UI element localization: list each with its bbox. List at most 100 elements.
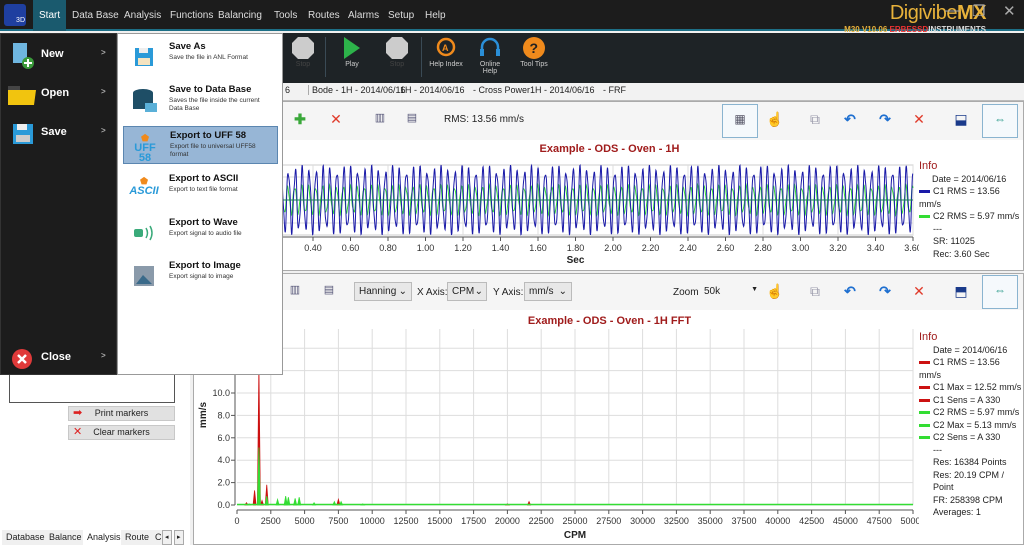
fit-button[interactable]: ⇔ <box>982 275 1018 309</box>
menu-analysis[interactable]: Analysis <box>118 0 167 31</box>
online-help-button[interactable]: Online Help <box>468 35 512 75</box>
clear-icon[interactable]: ✕ <box>908 283 930 300</box>
clear-icon[interactable]: ✕ <box>908 111 930 128</box>
export-down-icon[interactable]: ⬓ <box>950 111 972 128</box>
stop-hidden-button[interactable]: Stop <box>281 35 325 68</box>
x-tick-label: 10000 <box>360 516 385 526</box>
menu-help[interactable]: Help <box>419 0 452 31</box>
zoom-label: Zoom <box>673 287 699 298</box>
menu-item-save-to-database[interactable]: Save to Data Base Saves the file inside t… <box>123 81 278 123</box>
minimize-icon[interactable]: — <box>945 2 960 19</box>
tab-bode[interactable]: Bode - 1H - 2014/06/16 <box>308 85 406 95</box>
grid-button[interactable]: ▦ <box>722 104 758 138</box>
info-text: C2 Sens = A 330 <box>933 432 1001 442</box>
menu-item-new[interactable]: New > <box>1 38 118 74</box>
stop-button[interactable]: Stop <box>375 35 419 68</box>
tool-tips-button[interactable]: ? Tool Tips <box>512 35 556 68</box>
fit-button[interactable]: ⇔ <box>982 104 1018 138</box>
menu-start[interactable]: Start <box>33 0 67 31</box>
menu-routes[interactable]: Routes <box>302 0 346 31</box>
rms-readout: RMS: 13.56 mm/s <box>444 114 525 125</box>
chart-view-icon[interactable]: ▤ <box>401 111 423 124</box>
x-tick-label: 1.60 <box>529 243 547 253</box>
document-tabs: 6 Bode - 1H - 2014/06/16 1H - 2014/06/16… <box>283 83 1024 101</box>
x-tick-label: 3.40 <box>867 243 885 253</box>
info-text: C2 RMS = 5.97 mm/s <box>933 407 1020 417</box>
menu-item-save[interactable]: Save > <box>1 116 118 152</box>
add-icon[interactable]: ✚ <box>289 111 311 128</box>
menu-item-open[interactable]: Open > <box>1 77 118 113</box>
tab-1h-frf[interactable]: 1H - 2014/06/16 <box>530 85 595 95</box>
tab-scroll-left-icon[interactable]: ◂ <box>162 530 172 545</box>
chevron-down-icon: ⌄ <box>558 286 567 297</box>
copy-icon[interactable]: ⧉ <box>804 283 826 300</box>
tab[interactable]: 6 <box>285 85 290 95</box>
yaxis-select[interactable]: mm/s ⌄ <box>524 282 572 301</box>
export-uff58-desc: Export file to universal UFF58 format <box>170 143 256 158</box>
yaxis-value: mm/s <box>529 286 554 297</box>
redo-icon[interactable]: ↷ <box>874 111 896 128</box>
x-tick-label: 0.80 <box>379 243 397 253</box>
tab-analysis[interactable]: Analysis <box>83 530 125 545</box>
zoom-select[interactable]: 50k ▼ <box>702 283 760 301</box>
fit-icon: ⇔ <box>994 283 1006 297</box>
channel-split-icon[interactable]: ▥ <box>284 283 306 296</box>
chart-view-icon[interactable]: ▤ <box>318 283 340 296</box>
info-text: Averages: 1 <box>933 507 981 517</box>
x-tick-label: 1.80 <box>567 243 585 253</box>
window-value: Hanning <box>359 286 397 297</box>
stop-icon <box>281 35 325 61</box>
undo-icon[interactable]: ↶ <box>839 111 861 128</box>
legend-swatch <box>919 361 930 365</box>
menu-database[interactable]: Data Base <box>66 0 125 31</box>
menu-setup[interactable]: Setup <box>382 0 420 31</box>
menu-item-close[interactable]: Close > <box>1 341 118 377</box>
delete-icon[interactable]: ✕ <box>325 111 347 128</box>
y-tick-label: 8.0 <box>217 410 230 420</box>
menu-alarms[interactable]: Alarms <box>342 0 385 31</box>
hand-icon[interactable]: ☝ <box>764 111 786 128</box>
menu-item-export-wave[interactable]: Export to Wave Export signal to audio fil… <box>123 214 278 252</box>
hand-icon[interactable]: ☝ <box>764 283 786 300</box>
help-index-button[interactable]: A Help Index <box>424 35 468 68</box>
menu-item-export-uff58[interactable]: ⬟ UFF 58 Export to UFF 58 Export file to u… <box>123 126 278 164</box>
tab-scroll-right-icon[interactable]: ▸ <box>174 530 184 545</box>
tab-balance[interactable]: Balance <box>45 530 86 545</box>
menu-balancing[interactable]: Balancing <box>212 0 268 31</box>
menu-item-export-image[interactable]: Export to Image Export signal to image <box>123 257 278 295</box>
play-icon <box>330 35 374 61</box>
menu-tools[interactable]: Tools <box>268 0 303 31</box>
tab-cross-power[interactable]: - Cross Power <box>473 85 530 95</box>
tab-route[interactable]: Route <box>121 530 154 545</box>
print-markers-button[interactable]: ➡ Print markers <box>68 406 175 421</box>
menu-item-export-ascii[interactable]: ⬟ ASCII Export to ASCII Export to text fil… <box>123 170 278 208</box>
save-to-database-label: Save to Data Base <box>169 84 252 95</box>
tab-frf[interactable]: - FRF <box>603 85 626 95</box>
export-up-icon[interactable]: ⬒ <box>950 283 972 300</box>
chevron-right-icon: > <box>101 87 106 96</box>
chevron-down-icon: ⌄ <box>474 286 483 297</box>
undo-icon[interactable]: ↶ <box>839 283 861 300</box>
copy-icon[interactable]: ⧉ <box>804 111 826 128</box>
tab-database[interactable]: Database <box>2 530 49 545</box>
start-menu: New > Open > Save > Close > <box>0 33 117 375</box>
window-select[interactable]: Hanning ⌄ <box>354 282 412 301</box>
info-line: C1 Sens = A 330 <box>919 394 1023 407</box>
floppy-icon <box>11 120 35 151</box>
info-line: C2 Sens = A 330 <box>919 431 1023 444</box>
redo-icon[interactable]: ↷ <box>874 283 896 300</box>
info-line: C1 Max = 12.52 mm/s <box>919 381 1023 394</box>
x-tick-label: 37500 <box>731 516 756 526</box>
tab-1h[interactable]: 1H - 2014/06/16 <box>400 85 465 95</box>
close-window-icon[interactable]: ✕ <box>1003 2 1016 20</box>
play-button[interactable]: Play <box>330 35 374 68</box>
xaxis-select[interactable]: CPM ⌄ <box>447 282 487 301</box>
grid-icon: ▦ <box>734 112 746 126</box>
fft-panel: ▥ ▤ Hanning ⌄ X Axis: CPM ⌄ Y Axis: mm/s ⌄ … <box>193 273 1024 545</box>
clear-markers-button[interactable]: ✕ Clear markers <box>68 425 175 440</box>
menu-item-save-as[interactable]: Save As Save the file in ANL Format <box>123 38 278 76</box>
channel-split-icon[interactable]: ▥ <box>369 111 391 124</box>
x-tick-label: 0.40 <box>304 243 322 253</box>
restore-icon[interactable]: ❐ <box>972 2 985 20</box>
zoom-value: 50k <box>704 286 721 297</box>
